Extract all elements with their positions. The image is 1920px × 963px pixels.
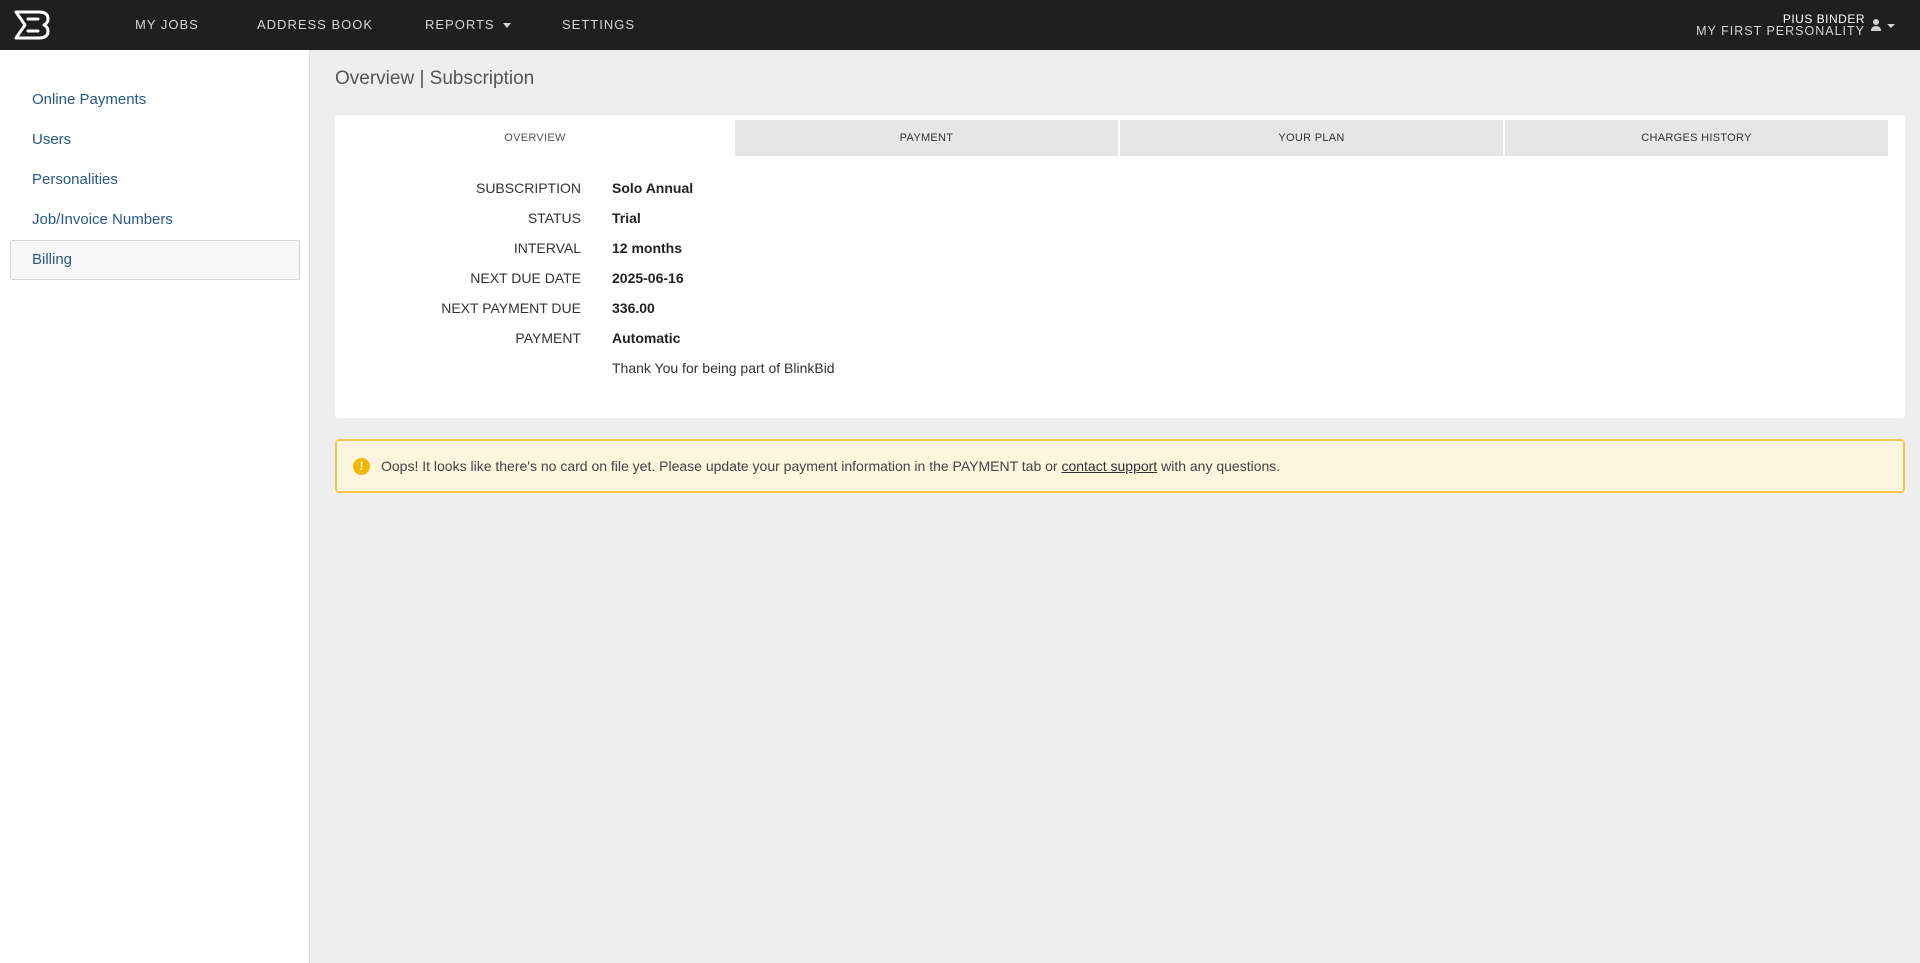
info-label: NEXT DUE DATE [470, 270, 581, 286]
info-value: 2025-06-16 [612, 270, 684, 286]
sidebar-item-online-payments[interactable]: Online Payments [10, 80, 300, 120]
info-value: Automatic [612, 330, 681, 346]
tab-charges-history[interactable]: CHARGES HISTORY [1505, 120, 1888, 156]
sidebar-item-users[interactable]: Users [10, 120, 300, 160]
tab-your-plan-label: YOUR PLAN [1278, 132, 1345, 144]
sidebar-item-label: Users [32, 131, 72, 148]
top-navbar: MY JOBS ADDRESS BOOK REPORTS SETTINGS PI… [0, 0, 1920, 50]
contact-support-link[interactable]: contact support [1061, 458, 1157, 474]
subscription-card: OVERVIEW PAYMENT YOUR PLAN CHARGES HISTO… [335, 115, 1905, 418]
blinkbid-logo-icon[interactable] [13, 10, 51, 40]
user-menu-toggle[interactable] [1870, 17, 1900, 33]
nav-reports-dropdown[interactable]: REPORTS [425, 0, 511, 50]
nav-address-book[interactable]: ADDRESS BOOK [257, 0, 373, 50]
nav-reports-label: REPORTS [425, 17, 495, 32]
tab-overview-label: OVERVIEW [504, 132, 566, 144]
sidebar-item-personalities[interactable]: Personalities [10, 160, 300, 200]
info-value: 12 months [612, 240, 683, 256]
page-title: Overview | Subscription [335, 68, 535, 89]
info-row-subscription: SUBSCRIPTION Solo Annual [335, 180, 1335, 200]
sidebar-item-label: Job/Invoice Numbers [32, 211, 173, 228]
info-value: Solo Annual [612, 180, 694, 196]
info-row-next-payment-due: NEXT PAYMENT DUE 336.00 [335, 300, 1335, 320]
user-personality: MY FIRST PERSONALITY [1696, 24, 1865, 38]
nav-my-jobs[interactable]: MY JOBS [135, 0, 199, 50]
info-row-payment: PAYMENT Automatic [335, 330, 1335, 350]
info-label: PAYMENT [515, 330, 581, 346]
thank-you-message: Thank You for being part of BlinkBid [612, 360, 835, 376]
sidebar-item-label: Billing [32, 251, 73, 268]
alert-text-before: Oops! It looks like there's no card on f… [381, 458, 1062, 474]
info-row-interval: INTERVAL 12 months [335, 240, 1335, 260]
nav-address-book-label: ADDRESS BOOK [257, 17, 374, 32]
info-label: STATUS [527, 210, 581, 226]
alert-text-after: with any questions. [1157, 458, 1281, 474]
info-value: 336.00 [612, 300, 655, 316]
no-card-alert: ! Oops! It looks like there's no card on… [335, 439, 1905, 493]
sidebar-item-billing[interactable]: Billing [10, 240, 300, 280]
chevron-down-icon [1887, 24, 1895, 28]
tab-your-plan[interactable]: YOUR PLAN [1120, 120, 1503, 156]
settings-sidebar: Online Payments Users Personalities Job/… [0, 50, 310, 963]
caret-down-icon [502, 23, 511, 29]
nav-settings-label: SETTINGS [562, 17, 636, 32]
sidebar-item-job-invoice-numbers[interactable]: Job/Invoice Numbers [10, 200, 300, 240]
tab-overview[interactable]: OVERVIEW [335, 120, 735, 156]
tab-charges-history-label: CHARGES HISTORY [1641, 132, 1752, 144]
user-menu[interactable]: PIUS BINDER MY FIRST PERSONALITY [1696, 13, 1865, 37]
info-value: Trial [612, 210, 641, 226]
nav-my-jobs-label: MY JOBS [135, 17, 199, 32]
nav-settings[interactable]: SETTINGS [562, 0, 635, 50]
tab-payment[interactable]: PAYMENT [735, 120, 1118, 156]
sidebar-item-label: Personalities [32, 171, 118, 188]
info-label: INTERVAL [513, 240, 581, 256]
tab-bar: OVERVIEW PAYMENT YOUR PLAN CHARGES HISTO… [335, 120, 1905, 156]
tab-payment-label: PAYMENT [899, 132, 954, 144]
info-label: SUBSCRIPTION [475, 180, 581, 196]
info-row-next-due-date: NEXT DUE DATE 2025-06-16 [335, 270, 1335, 290]
sidebar-item-label: Online Payments [32, 91, 147, 108]
user-icon [1871, 19, 1881, 31]
info-row-status: STATUS Trial [335, 210, 1335, 230]
exclamation-icon: ! [353, 458, 370, 475]
info-label: NEXT PAYMENT DUE [441, 300, 581, 316]
